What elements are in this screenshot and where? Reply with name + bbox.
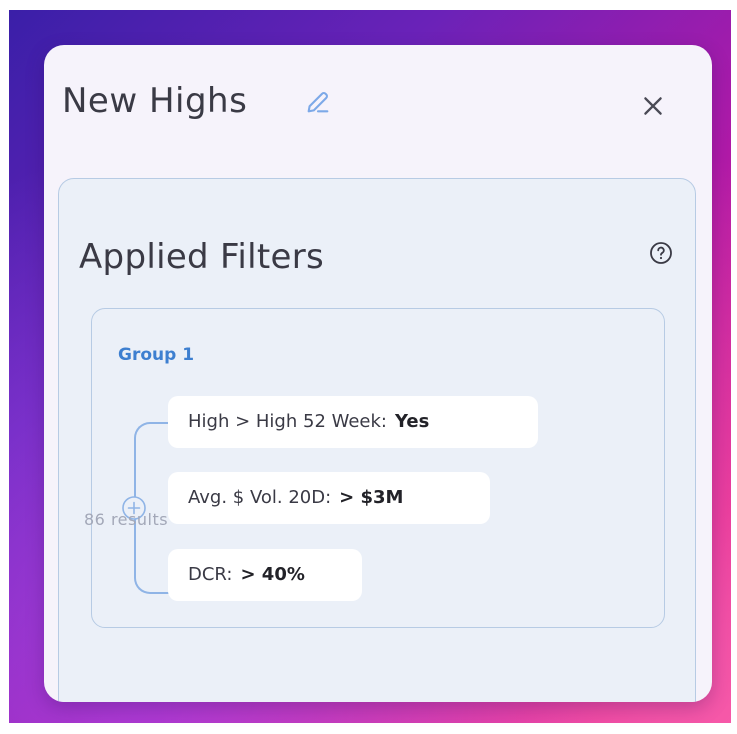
- filter-label: Avg. $ Vol. 20D:: [188, 487, 332, 508]
- filter-chip-dcr[interactable]: DCR: > 40%: [168, 549, 362, 601]
- results-count: 86 results: [84, 510, 169, 529]
- applied-filters-title: Applied Filters: [79, 237, 325, 277]
- card-header: New Highs: [44, 45, 712, 175]
- filter-chip-avg-dollar-volume[interactable]: Avg. $ Vol. 20D: > $3M: [168, 472, 490, 524]
- filter-value: Yes: [395, 411, 430, 432]
- filter-chip-high-52-week[interactable]: High > High 52 Week: Yes: [168, 396, 538, 448]
- screener-card: New Highs Applied Filters Group 1 High >…: [44, 45, 712, 702]
- screener-title: New Highs: [62, 81, 248, 121]
- group-title[interactable]: Group 1: [118, 345, 194, 365]
- filter-value: > 40%: [240, 564, 305, 585]
- filter-group: Group 1 High > High 52 Week: Yes Avg. $ V…: [91, 308, 665, 628]
- edit-icon[interactable]: [304, 88, 332, 116]
- applied-filters-panel: Applied Filters Group 1 High > High 52 W…: [58, 178, 696, 702]
- question-circle-icon[interactable]: [649, 241, 673, 265]
- filter-label: High > High 52 Week:: [188, 411, 387, 432]
- close-icon[interactable]: [640, 93, 666, 119]
- filter-label: DCR:: [188, 564, 233, 585]
- filter-value: > $3M: [339, 487, 404, 508]
